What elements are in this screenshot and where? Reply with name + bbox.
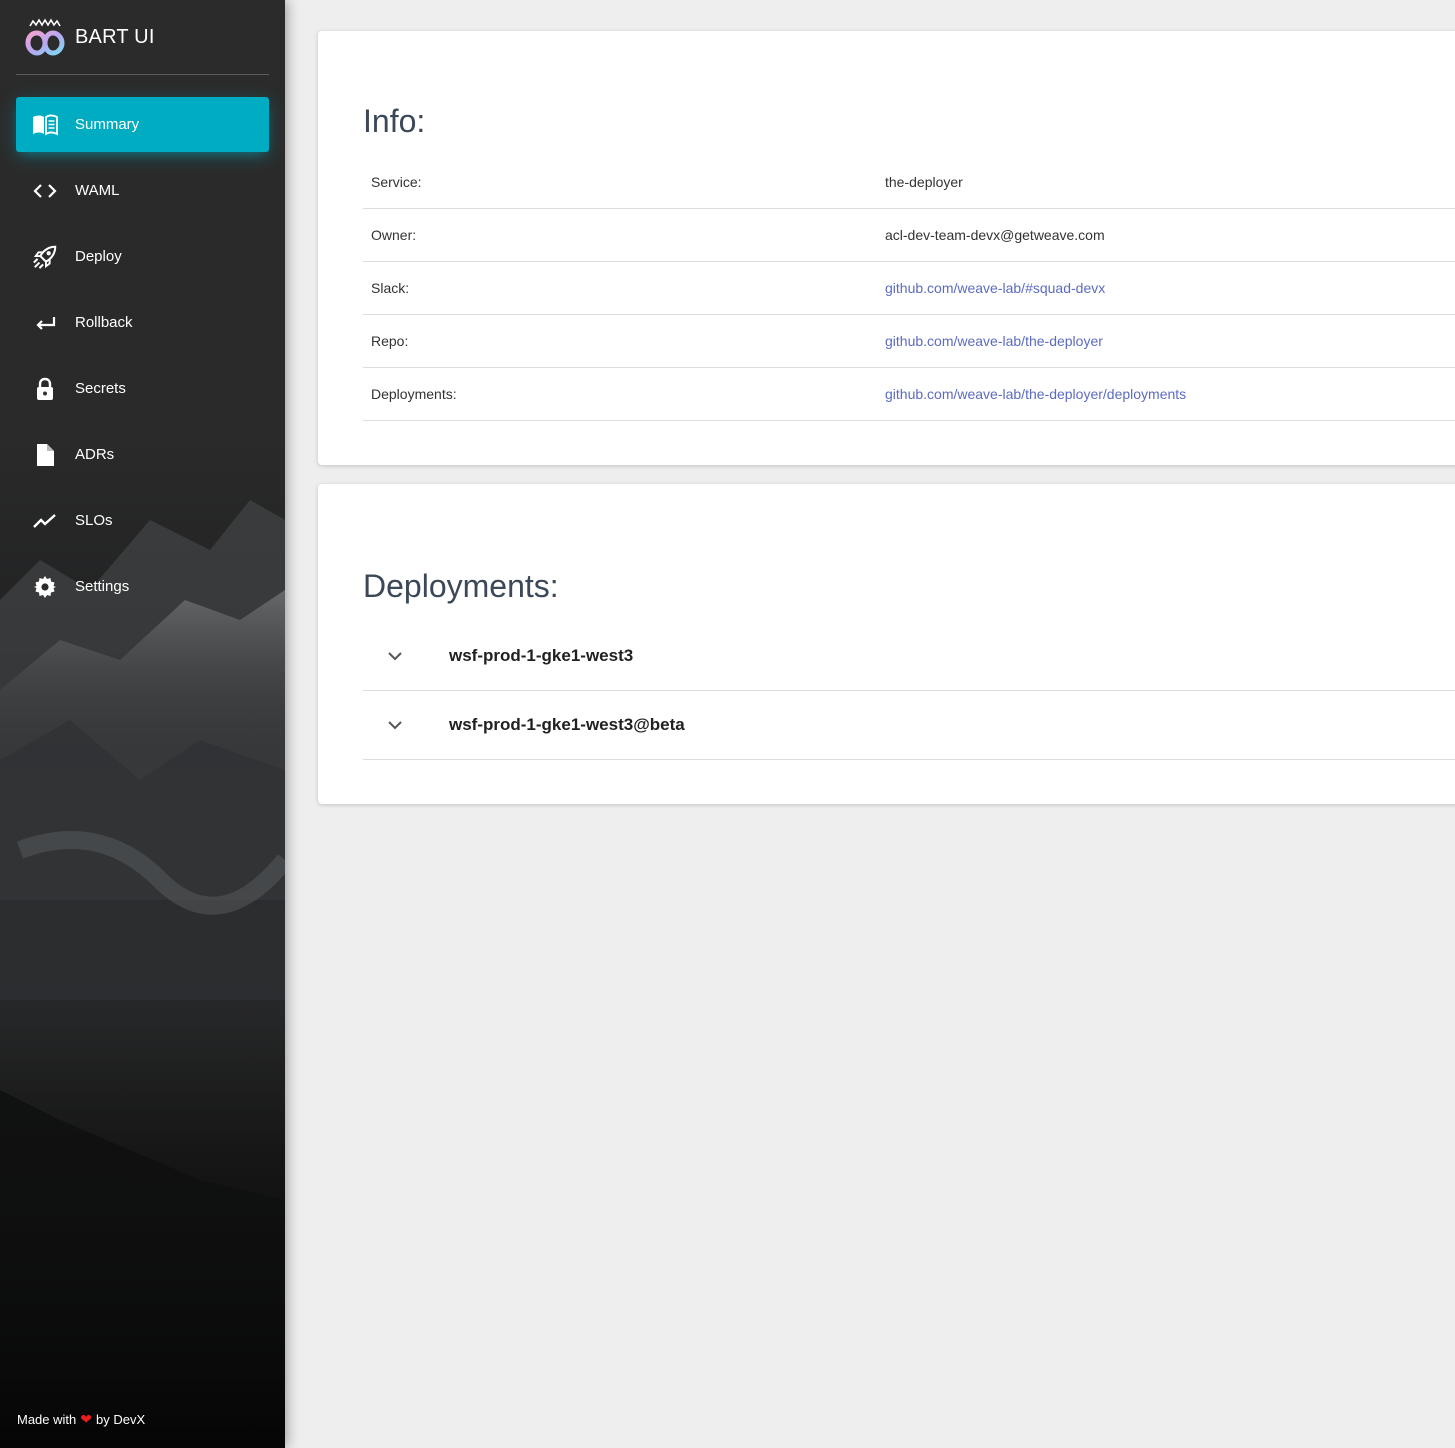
info-key: Slack: [371, 280, 410, 296]
heart-icon: ❤ [80, 1411, 92, 1427]
deployments-title: Deployments: [363, 568, 559, 604]
footer-prefix: Made with [17, 1412, 77, 1427]
sidebar-item-adrs[interactable]: ADRs [16, 427, 269, 482]
chevron-down-icon[interactable] [387, 715, 407, 735]
info-row-repo: Repo: github.com/weave-lab/the-deployer [363, 315, 1455, 368]
deployment-name: wsf-prod-1-gke1-west3@beta [449, 715, 685, 734]
info-table: Service: the-deployer Owner: acl-dev-tea… [363, 156, 1455, 421]
sidebar-item-slos[interactable]: SLOs [16, 493, 269, 548]
info-value: the-deployer [885, 174, 963, 190]
info-title: Info: [363, 103, 426, 139]
info-row-slack: Slack: github.com/weave-lab/#squad-devx [363, 262, 1455, 315]
sidebar-item-rollback[interactable]: Rollback [16, 295, 269, 350]
info-value: acl-dev-team-devx@getweave.com [885, 227, 1105, 243]
return-arrow-icon [32, 310, 58, 336]
book-open-icon [32, 112, 58, 138]
infinity-crown-logo [25, 18, 65, 56]
info-row-deployments: Deployments: github.com/weave-lab/the-de… [363, 368, 1455, 421]
sidebar-item-label: Secrets [75, 380, 126, 397]
sidebar-nav: Summary WAML Deploy Rollback Secrets ADR… [16, 97, 269, 625]
sidebar-item-label: Rollback [75, 314, 133, 331]
sidebar-item-secrets[interactable]: Secrets [16, 361, 269, 416]
rocket-icon [32, 244, 58, 270]
sidebar-item-label: ADRs [75, 446, 115, 463]
info-row-service: Service: the-deployer [363, 156, 1455, 209]
app-title: BART UI [75, 25, 155, 48]
sidebar-item-label: Deploy [75, 248, 122, 265]
footer-suffix: by DevX [95, 1412, 146, 1427]
trending-line-icon [32, 508, 58, 534]
sidebar-item-deploy[interactable]: Deploy [16, 229, 269, 284]
gear-icon [32, 574, 58, 600]
slack-link[interactable]: github.com/weave-lab/#squad-devx [885, 280, 1105, 296]
deployments-list: wsf-prod-1-gke1-west3 wsf-prod-1-gke1-we… [363, 622, 1455, 760]
lock-icon [32, 376, 58, 402]
sidebar-item-label: Summary [75, 116, 140, 133]
deployment-row[interactable]: wsf-prod-1-gke1-west3@beta [363, 691, 1455, 760]
chevron-down-icon[interactable] [387, 646, 407, 666]
info-key: Owner: [371, 227, 417, 243]
info-card: Info: Service: the-deployer Owner: acl-d… [318, 31, 1455, 465]
info-key: Service: [371, 174, 422, 190]
sidebar-item-label: WAML [75, 182, 120, 199]
repo-link[interactable]: github.com/weave-lab/the-deployer [885, 333, 1103, 349]
sidebar-item-waml[interactable]: WAML [16, 163, 269, 218]
brand-header[interactable]: BART UI [16, 0, 269, 75]
sidebar-footer: Made with ❤ by DevX [17, 1411, 145, 1428]
sidebar-item-settings[interactable]: Settings [16, 559, 269, 614]
info-row-owner: Owner: acl-dev-team-devx@getweave.com [363, 209, 1455, 262]
deployment-row[interactable]: wsf-prod-1-gke1-west3 [363, 622, 1455, 691]
deployments-card: Deployments: wsf-prod-1-gke1-west3 wsf-p… [318, 484, 1455, 804]
deployments-link[interactable]: github.com/weave-lab/the-deployer/deploy… [885, 386, 1186, 402]
sidebar: BART UI Summary WAML Deploy Rollback Sec… [0, 0, 285, 1448]
sidebar-item-summary[interactable]: Summary [16, 97, 269, 152]
document-icon [32, 442, 58, 468]
info-key: Repo: [371, 333, 409, 349]
deployment-name: wsf-prod-1-gke1-west3 [449, 646, 634, 665]
code-icon [32, 178, 58, 204]
sidebar-item-label: SLOs [75, 512, 113, 529]
sidebar-item-label: Settings [75, 578, 130, 595]
info-key: Deployments: [371, 386, 457, 402]
